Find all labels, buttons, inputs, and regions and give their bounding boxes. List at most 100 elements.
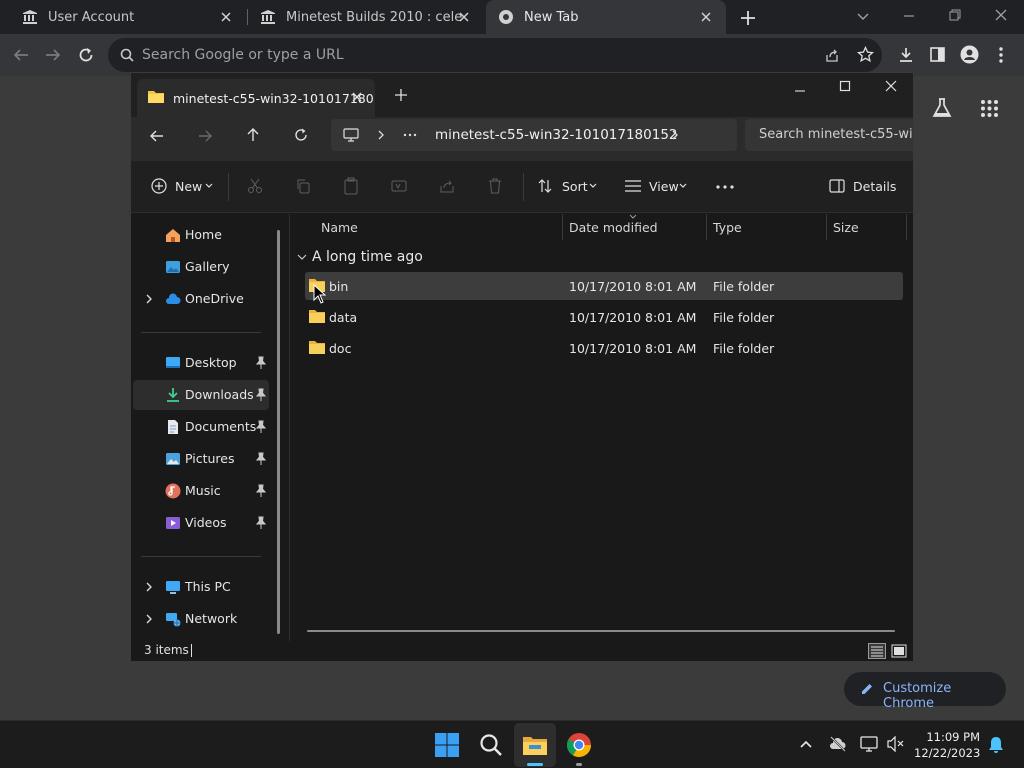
- sidebar-item-network[interactable]: Network: [133, 604, 269, 634]
- new-tab-plus-icon[interactable]: [739, 9, 757, 27]
- column-separator[interactable]: [826, 214, 827, 240]
- sidebar-item-documents[interactable]: Documents: [133, 412, 269, 442]
- sidebar-item-desktop[interactable]: Desktop: [133, 348, 269, 378]
- chevron-right-icon[interactable]: [143, 613, 155, 625]
- rename-icon[interactable]: [391, 178, 407, 194]
- sort-button[interactable]: Sort: [562, 179, 588, 194]
- chevron-up-icon[interactable]: [799, 739, 813, 749]
- chevron-right-icon[interactable]: [377, 130, 385, 140]
- chrome-icon[interactable]: [565, 731, 593, 759]
- search-box[interactable]: Search minetest-c55-win32-101017180152: [745, 119, 913, 151]
- view-button[interactable]: View: [649, 179, 679, 194]
- sidebar-item-home[interactable]: Home: [133, 220, 269, 250]
- share-icon[interactable]: [439, 178, 455, 194]
- customize-chrome-button[interactable]: Customize Chrome: [844, 672, 1006, 711]
- onedrive-offline-icon[interactable]: [829, 735, 847, 753]
- table-row[interactable]: data 10/17/2010 8:01 AM File folder: [305, 303, 903, 331]
- cut-icon[interactable]: [247, 178, 263, 194]
- refresh-icon[interactable]: [293, 127, 309, 143]
- chevron-down-icon[interactable]: [297, 253, 307, 261]
- reload-icon[interactable]: [77, 46, 95, 64]
- chevron-down-icon[interactable]: [205, 183, 213, 189]
- details-button[interactable]: Details: [853, 179, 896, 194]
- close-window-icon[interactable]: [994, 8, 1008, 22]
- chevron-right-icon[interactable]: [671, 130, 679, 140]
- column-separator[interactable]: [906, 214, 907, 240]
- more-dots-icon[interactable]: [403, 133, 417, 137]
- close-icon[interactable]: [351, 91, 363, 103]
- chevron-right-icon[interactable]: [143, 581, 155, 593]
- chevron-down-icon[interactable]: [856, 9, 870, 23]
- sidebar-item-onedrive[interactable]: OneDrive: [133, 284, 269, 314]
- network-ethernet-icon[interactable]: [860, 735, 878, 753]
- minimize-icon[interactable]: [902, 9, 916, 23]
- tiles-view-icon[interactable]: [890, 643, 908, 659]
- column-header-date-modified[interactable]: Date modified: [569, 220, 658, 235]
- column-header-type[interactable]: Type: [713, 220, 742, 235]
- column-header-name[interactable]: Name: [321, 220, 358, 235]
- sidebar-item-videos[interactable]: Videos: [133, 508, 269, 538]
- sidebar-item-pictures[interactable]: Pictures: [133, 444, 269, 474]
- forward-arrow-icon[interactable]: [44, 46, 62, 64]
- close-window-icon[interactable]: [885, 80, 897, 92]
- browser-tab-minetest-builds[interactable]: Minetest Builds 2010 : celeron55: [248, 0, 484, 34]
- close-icon[interactable]: [698, 9, 714, 25]
- labs-flask-icon[interactable]: [931, 97, 953, 119]
- forward-arrow-icon[interactable]: [197, 128, 213, 144]
- pin-icon[interactable]: [255, 420, 267, 434]
- restore-icon[interactable]: [948, 8, 962, 22]
- file-explorer-icon[interactable]: [521, 731, 549, 759]
- omnibox[interactable]: Search Google or type a URL: [108, 38, 882, 72]
- pin-icon[interactable]: [255, 356, 267, 370]
- windows-start-icon[interactable]: [433, 731, 461, 759]
- column-header-size[interactable]: Size: [833, 220, 859, 235]
- share-icon[interactable]: [824, 47, 840, 63]
- up-arrow-icon[interactable]: [245, 127, 261, 143]
- sidebar-item-music[interactable]: Music: [133, 476, 269, 506]
- star-icon[interactable]: [857, 46, 874, 63]
- speaker-muted-icon[interactable]: [887, 736, 905, 752]
- apps-grid-icon[interactable]: [980, 99, 999, 118]
- paste-icon[interactable]: [343, 177, 359, 195]
- sidebar-scrollbar[interactable]: [277, 230, 280, 634]
- close-icon[interactable]: [218, 9, 234, 25]
- menu-dots-icon[interactable]: [998, 46, 1004, 64]
- new-tab-plus-icon[interactable]: [395, 89, 407, 101]
- search-icon[interactable]: [477, 731, 505, 759]
- pin-icon[interactable]: [255, 388, 267, 402]
- chevron-right-icon[interactable]: [143, 293, 155, 305]
- column-separator[interactable]: [706, 214, 707, 240]
- back-arrow-icon[interactable]: [12, 46, 30, 64]
- copy-icon[interactable]: [295, 178, 311, 194]
- taskbar-clock[interactable]: 11:09 PM 12/22/2023: [914, 729, 980, 761]
- sidebar-item-downloads[interactable]: Downloads: [133, 380, 269, 410]
- sidebar-item-gallery[interactable]: Gallery: [133, 252, 269, 282]
- pin-icon[interactable]: [255, 484, 267, 498]
- address-bar[interactable]: minetest-c55-win32-101017180152: [331, 119, 737, 151]
- download-icon[interactable]: [897, 46, 915, 64]
- table-row[interactable]: doc 10/17/2010 8:01 AM File folder: [305, 334, 903, 362]
- side-panel-icon[interactable]: [929, 46, 946, 63]
- chevron-down-icon[interactable]: [679, 183, 687, 189]
- pin-icon[interactable]: [255, 516, 267, 530]
- details-view-icon[interactable]: [868, 643, 886, 659]
- back-arrow-icon[interactable]: [149, 128, 165, 144]
- group-header[interactable]: A long time ago: [312, 249, 423, 265]
- pin-icon[interactable]: [255, 452, 267, 466]
- maximize-icon[interactable]: [839, 80, 851, 92]
- sidebar-item-this-pc[interactable]: This PC: [133, 572, 269, 602]
- pane-divider[interactable]: [289, 214, 290, 641]
- profile-icon[interactable]: [960, 45, 979, 64]
- horizontal-scrollbar[interactable]: [307, 630, 895, 632]
- browser-tab-new-tab[interactable]: New Tab: [486, 0, 726, 34]
- notification-bell-icon[interactable]: [988, 736, 1004, 754]
- close-icon[interactable]: [456, 9, 472, 25]
- delete-icon[interactable]: [487, 177, 503, 194]
- new-button[interactable]: New: [175, 179, 202, 194]
- minimize-icon[interactable]: [794, 85, 806, 97]
- more-dots-icon[interactable]: [716, 185, 734, 189]
- explorer-tab[interactable]: minetest-c55-win32-101017180: [137, 79, 375, 117]
- browser-tab-user-account[interactable]: User Account: [10, 0, 246, 34]
- chevron-down-icon[interactable]: [589, 183, 597, 189]
- table-row[interactable]: bin 10/17/2010 8:01 AM File folder: [305, 272, 903, 300]
